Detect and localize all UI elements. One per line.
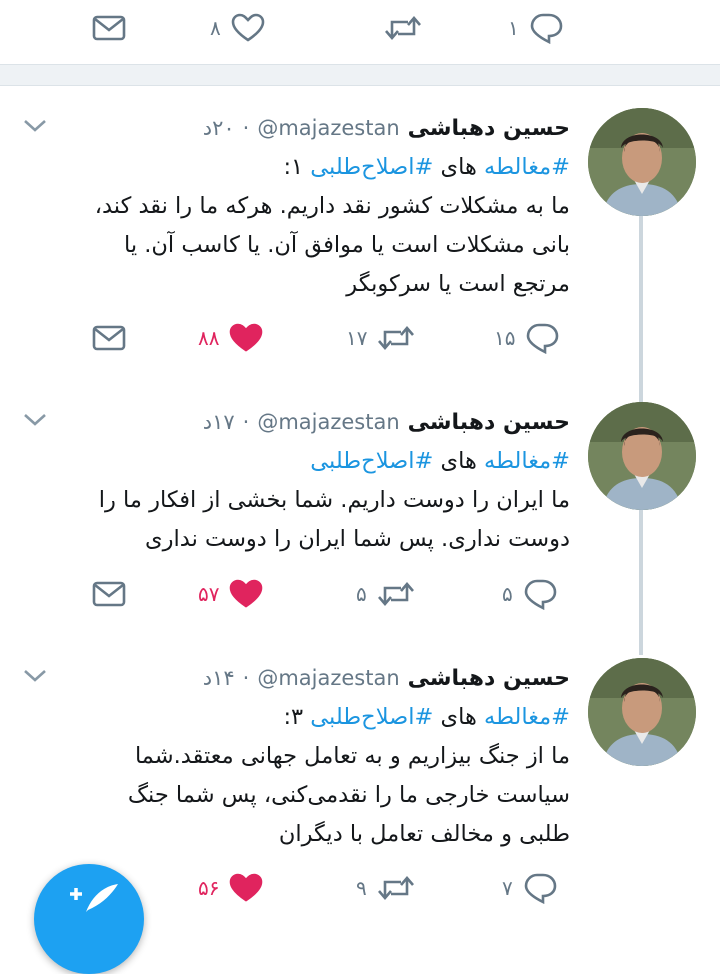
reply-icon [527, 323, 559, 354]
tweet-line: مرتجع است یا سرکوبگر [346, 271, 570, 297]
hashtag[interactable]: #مغالطه [484, 154, 570, 180]
tweet-line: ما از جنگ بیزاریم و به تعامل جهانی معتقد… [134, 743, 570, 769]
avatar[interactable] [588, 402, 696, 510]
dm-button[interactable] [92, 8, 126, 48]
retweet-count: ۵ [356, 582, 367, 606]
tweet-word: های [440, 448, 477, 474]
tweet-header: ۲۰د · @majazestan حسین دهباشی [203, 110, 570, 146]
like-count: ۸ [210, 16, 221, 40]
reply-button[interactable]: ۵ [502, 574, 557, 614]
tweet-line: طلبی و مخالف تعامل با دیگران [278, 821, 570, 847]
like-count: ۵۶ [198, 876, 220, 900]
tweet-line: سیاست خارجی ما را نقدمی‌کنی، پس شما جنگ [127, 782, 570, 808]
tweet-time: ۱۴د [202, 666, 235, 690]
dm-button[interactable] [92, 574, 126, 614]
tweet-header: ۱۷د · @majazestan حسین دهباشی [203, 404, 570, 440]
retweet-icon [377, 582, 414, 606]
reply-button[interactable]: ۷ [502, 868, 557, 908]
hashtag[interactable]: #مغالطه [484, 704, 570, 730]
like-button[interactable]: ۵۶ [198, 868, 263, 908]
reply-count: ۷ [502, 876, 513, 900]
tweet-text: #مغالطه های #اصلاح‌طلبی ۳: ما از جنگ بیز… [10, 698, 570, 854]
retweet-button[interactable] [384, 8, 422, 48]
reply-button[interactable]: ۱ [508, 8, 563, 48]
reply-icon [524, 579, 557, 610]
retweet-count: ۹ [356, 876, 367, 900]
separator-dot: · [242, 410, 250, 434]
hashtag[interactable]: #اصلاح‌طلبی [310, 154, 433, 180]
heart-icon [231, 13, 265, 42]
like-count: ۸۸ [198, 326, 220, 350]
reply-icon [524, 873, 557, 904]
hashtag[interactable]: #اصلاح‌طلبی [310, 704, 433, 730]
tweet-text: #مغالطه های #اصلاح‌طلبی ما ایران را دوست… [10, 442, 570, 559]
reply-count: ۱ [508, 16, 519, 40]
tweet-header: ۱۴د · @majazestan حسین دهباشی [203, 660, 570, 696]
retweet-count: ۱۷ [346, 326, 368, 350]
like-button[interactable]: ۵۷ [198, 574, 263, 614]
mail-icon [92, 581, 126, 607]
tweet-line: دوست نداری. پس شما ایران را دوست نداری [145, 526, 570, 552]
top-action-bar: ۸ ۱ [0, 8, 720, 48]
compose-icon [70, 884, 118, 912]
user-name[interactable]: حسین دهباشی [408, 116, 570, 141]
mail-icon [92, 15, 126, 41]
tweet-line: #مغالطه های #اصلاح‌طلبی ۱: [10, 148, 570, 187]
dm-button[interactable] [92, 318, 126, 358]
chevron-down-icon[interactable] [22, 118, 48, 134]
tweet-actions: ۵۷ ۵ ۵ [0, 574, 720, 614]
tweet-line: بانی مشکلات است یا موافق آن. یا کاسب آن.… [123, 232, 570, 258]
hashtag[interactable]: #اصلاح‌طلبی [310, 448, 433, 474]
like-count: ۵۷ [198, 582, 220, 606]
retweet-icon [377, 876, 414, 900]
tweet-line: #مغالطه های #اصلاح‌طلبی ۳: [10, 698, 570, 737]
user-handle[interactable]: @majazestan [257, 116, 399, 140]
hashtag[interactable]: #مغالطه [484, 448, 570, 474]
tweet-text: #مغالطه های #اصلاح‌طلبی ۱: ما به مشکلات … [10, 148, 570, 304]
like-button[interactable]: ۸۸ [198, 318, 263, 358]
chevron-down-icon[interactable] [22, 668, 48, 684]
reply-icon [530, 13, 563, 44]
user-name[interactable]: حسین دهباشی [408, 410, 570, 435]
retweet-button[interactable]: ۱۷ [346, 318, 415, 358]
separator-dot: · [242, 116, 250, 140]
tweet-line: ما به مشکلات کشور نقد داریم. هرکه ما را … [94, 193, 570, 219]
user-handle[interactable]: @majazestan [257, 410, 399, 434]
retweet-button[interactable]: ۵ [356, 574, 415, 614]
tweet-suffix: ۱: [283, 154, 304, 180]
user-handle[interactable]: @majazestan [257, 666, 399, 690]
mail-icon [92, 325, 126, 351]
tweet[interactable]: ۲۰د · @majazestan حسین دهباشی #مغالطه ها… [0, 108, 720, 360]
tweet-line: #مغالطه های #اصلاح‌طلبی [10, 442, 570, 481]
avatar[interactable] [588, 658, 696, 766]
reply-button[interactable]: ۱۵ [494, 318, 559, 358]
separator-dot: · [242, 666, 250, 690]
tweet-word: های [440, 154, 477, 180]
user-name[interactable]: حسین دهباشی [408, 666, 570, 691]
heart-icon [230, 873, 263, 902]
like-button[interactable]: ۸ [210, 8, 265, 48]
tweet-actions: ۸۸ ۱۷ ۱۵ [0, 318, 720, 358]
retweet-button[interactable]: ۹ [356, 868, 415, 908]
chevron-down-icon[interactable] [22, 412, 48, 428]
thread-separator [0, 64, 720, 86]
retweet-icon [378, 326, 415, 350]
compose-button[interactable] [34, 864, 144, 974]
tweet-line: ما ایران را دوست داریم. شما بخشی از افکا… [98, 487, 570, 513]
tweet-word: های [440, 704, 477, 730]
reply-count: ۱۵ [494, 326, 516, 350]
tweet-time: ۱۷د [202, 410, 235, 434]
retweet-icon [385, 16, 421, 40]
reply-count: ۵ [502, 582, 513, 606]
tweet[interactable]: ۱۷د · @majazestan حسین دهباشی #مغالطه ها… [0, 402, 720, 618]
heart-icon [230, 579, 263, 608]
tweet-suffix: ۳: [283, 704, 304, 730]
avatar[interactable] [588, 108, 696, 216]
tweet-time: ۲۰د [202, 116, 235, 140]
heart-icon [230, 323, 263, 352]
